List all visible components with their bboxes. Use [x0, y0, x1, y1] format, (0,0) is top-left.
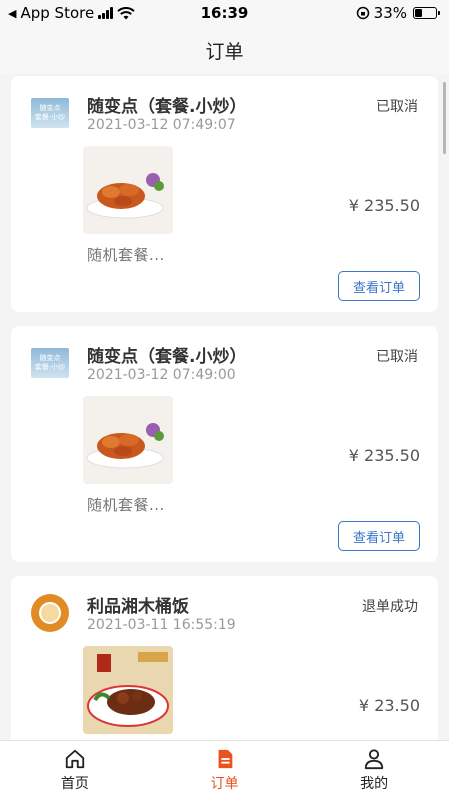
order-price: ¥ 235.50 [348, 446, 420, 465]
page-header: 订单 [0, 26, 449, 74]
order-document-icon [218, 749, 232, 769]
scrollbar[interactable] [443, 82, 446, 154]
order-time: 2021-03-12 07:49:07 [87, 117, 236, 133]
store-name[interactable]: 利品湘木桶饭 [87, 592, 189, 617]
store-name[interactable]: 随变点（套餐.小炒） [87, 342, 246, 367]
order-time: 2021-03-12 07:49:00 [87, 367, 236, 383]
order-status: 退单成功 [362, 599, 418, 615]
order-price: ¥ 235.50 [348, 196, 420, 215]
status-bar: ◀ App Store 16:39 33% [0, 0, 449, 26]
order-status: 已取消 [376, 99, 418, 115]
wifi-icon [117, 6, 135, 19]
order-card[interactable]: 随变点 套餐·小炒 随变点（套餐.小炒） 2021-03-12 07:49:07 … [11, 76, 438, 312]
store-logo-square: 随变点 套餐·小炒 [31, 94, 69, 132]
order-price: ¥ 23.50 [358, 696, 420, 715]
dish-name: 随机套餐... [87, 496, 165, 514]
home-icon [65, 749, 84, 769]
tab-label: 首页 [60, 776, 89, 792]
tab-orders[interactable]: 订单 [150, 741, 300, 800]
order-status: 已取消 [376, 349, 418, 365]
user-profile-icon [365, 749, 384, 770]
store-name[interactable]: 随变点（套餐.小炒） [87, 92, 246, 117]
tab-label: 订单 [210, 776, 239, 792]
order-time: 2021-03-11 16:55:19 [87, 617, 236, 633]
view-order-button[interactable]: 查看订单 [338, 271, 420, 301]
order-card[interactable]: 利品湘木桶饭 2021-03-11 16:55:19 退单成功 ¥ 23.50 [11, 576, 438, 740]
order-card[interactable]: 随变点 套餐·小炒 随变点（套餐.小炒） 2021-03-12 07:49:00 … [11, 326, 438, 562]
bottom-tab-bar: 首页 订单 我的 [0, 740, 449, 800]
tab-label: 我的 [360, 776, 389, 792]
order-list[interactable]: 随变点 套餐·小炒 随变点（套餐.小炒） 2021-03-12 07:49:07 … [0, 76, 449, 740]
store-logo-round [31, 594, 69, 632]
battery-icon [413, 7, 440, 19]
dish-name: 随机套餐... [87, 246, 165, 264]
dish-image [83, 146, 173, 234]
battery-percent: 33% [373, 4, 407, 22]
page-title: 订单 [205, 40, 244, 63]
dish-image [83, 396, 173, 484]
tab-profile[interactable]: 我的 [299, 741, 449, 800]
orientation-lock-icon [356, 6, 369, 20]
store-logo-square: 随变点 套餐·小炒 [31, 344, 69, 382]
view-order-button[interactable]: 查看订单 [338, 521, 420, 551]
tab-home[interactable]: 首页 [0, 741, 150, 800]
back-app-label[interactable]: App Store [20, 4, 94, 22]
back-arrow-icon[interactable]: ◀ [8, 7, 16, 20]
dish-image [83, 646, 173, 734]
signal-icon [98, 7, 114, 19]
